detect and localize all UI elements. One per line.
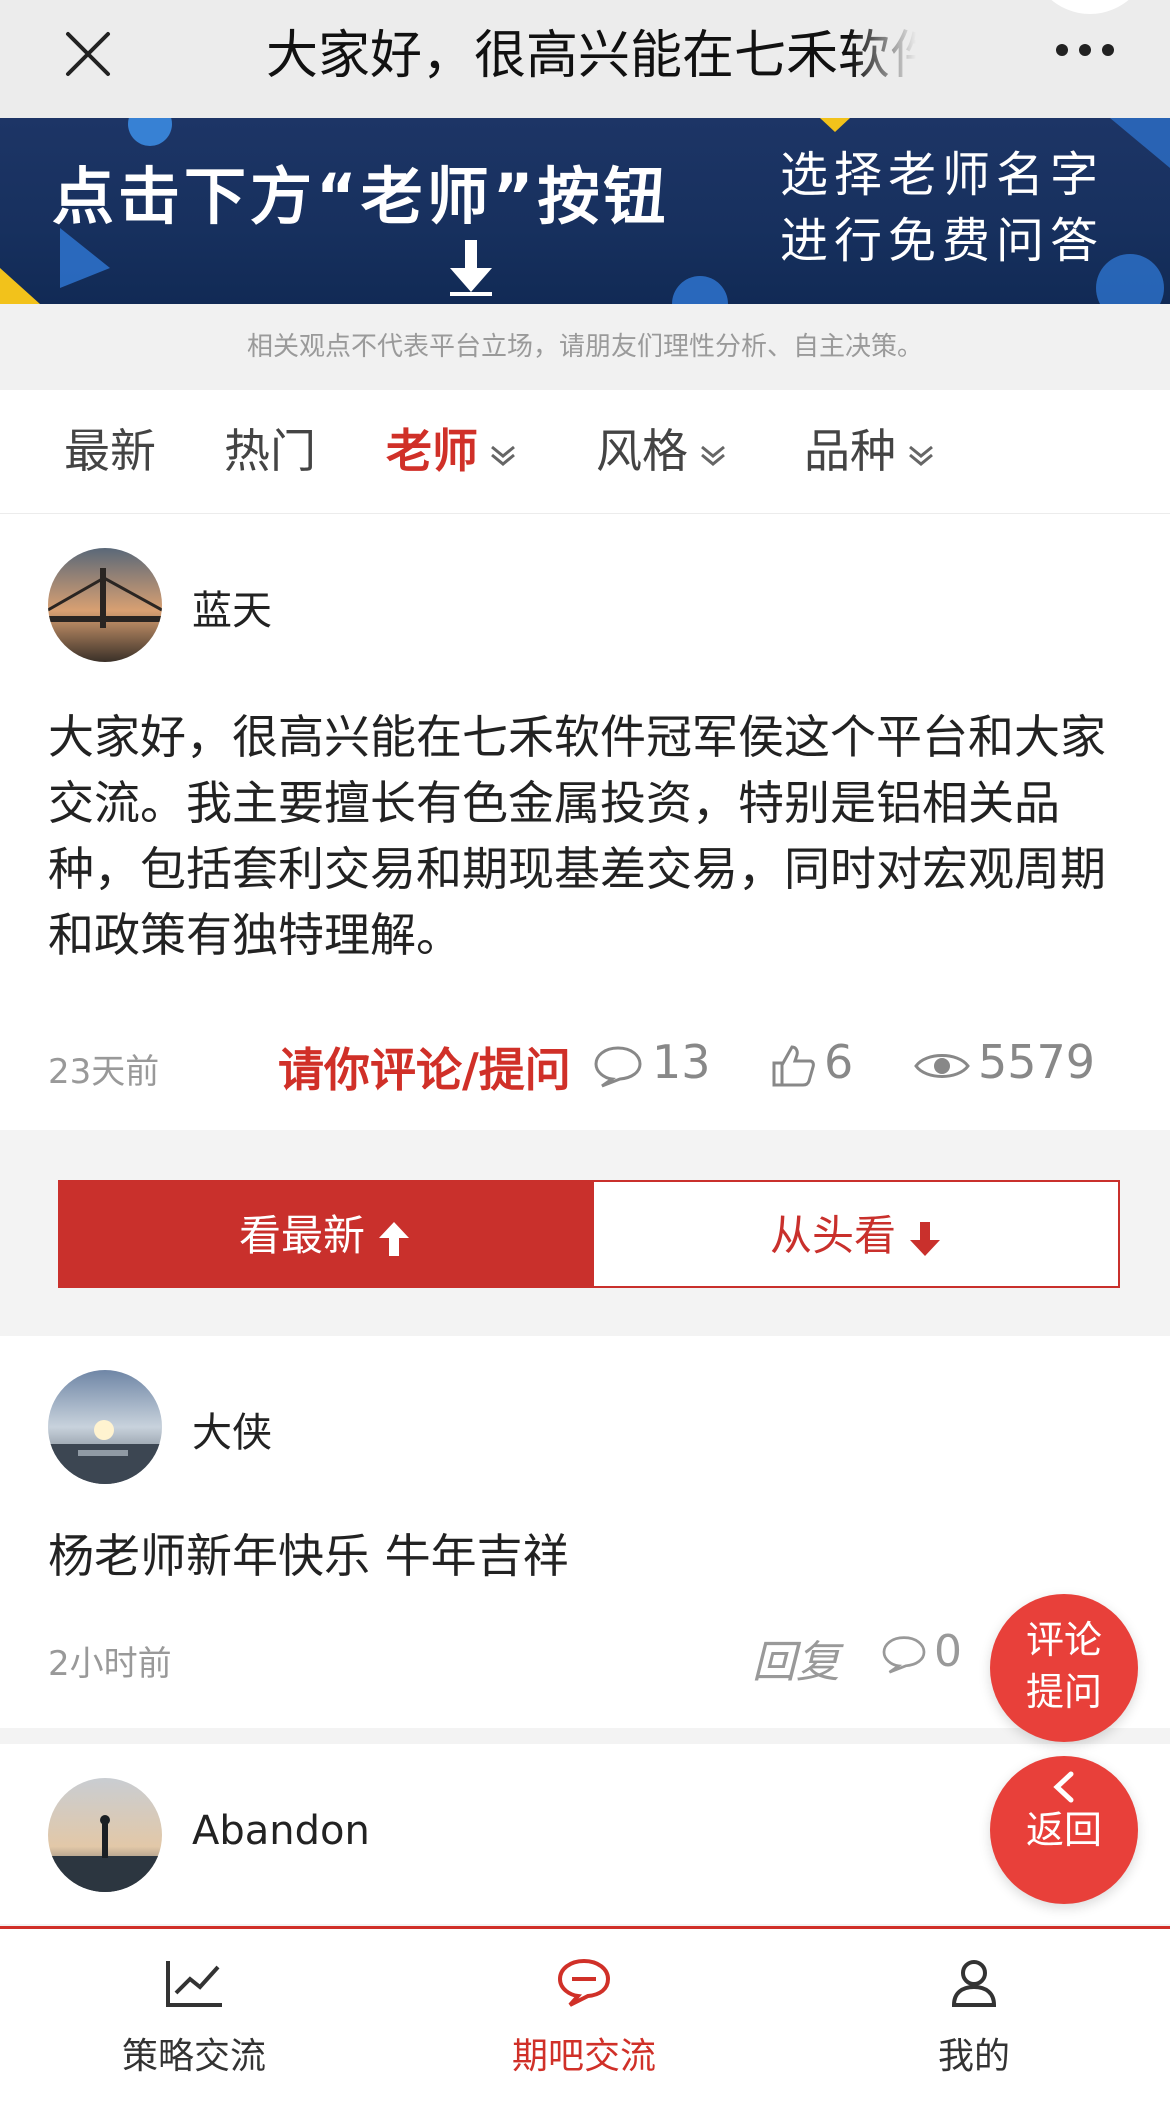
nav-item-mine[interactable]: 我的 <box>824 1957 1124 2079</box>
sort-latest-button[interactable]: 看最新 <box>58 1180 592 1288</box>
comment-ask-link[interactable]: 请你评论/提问 <box>278 1034 571 1100</box>
fab-label: 提问 <box>1025 1670 1102 1714</box>
avatar[interactable] <box>48 1778 162 1892</box>
sort-latest-label: 看最新 <box>238 1211 365 1260</box>
arrow-down-icon <box>910 1221 940 1256</box>
promo-banner[interactable]: 点击下方“老师”按钮 选择老师名字 进行免费问答 <box>0 118 1170 304</box>
tab-label: 风格 <box>596 424 688 478</box>
author-name[interactable]: 蓝天 <box>192 578 272 636</box>
arrow-up-icon <box>379 1221 409 1256</box>
fab-label: 评论 <box>1025 1618 1102 1662</box>
post-content: 大家好，很高兴能在七禾软件冠军侯这个平台和大家交流。我主要擅长有色金属投资，特别… <box>48 710 1106 962</box>
comment-ask-fab[interactable]: 评论 提问 <box>990 1594 1138 1742</box>
chevron-left-icon <box>1053 1771 1074 1803</box>
reply-button[interactable]: 回复 <box>752 1626 840 1690</box>
comment-count-value: 13 <box>652 1035 711 1089</box>
more-icon[interactable] <box>1050 30 1120 70</box>
chevron-down-icon <box>701 445 725 466</box>
tab-label: 老师 <box>386 424 478 478</box>
tab-style[interactable]: 风格 <box>596 420 728 482</box>
reply-count-value: 0 <box>934 1626 962 1677</box>
eye-icon <box>914 1053 970 1078</box>
sort-oldest-label: 从头看 <box>769 1211 896 1260</box>
nav-item-strategy[interactable]: 策略交流 <box>44 1957 344 2079</box>
tab-label: 品种 <box>804 424 896 478</box>
tab-label: 热门 <box>224 424 316 478</box>
author-name[interactable]: 大侠 <box>192 1400 272 1458</box>
banner-subtext-line1: 选择老师名字 <box>780 147 1105 203</box>
top-bar: 大家好，很高兴能在七禾软件冠军侯这个平台和大家交流。 <box>0 0 1170 118</box>
like-count[interactable]: 6 <box>770 1034 853 1090</box>
corner-decoration <box>1030 0 1150 14</box>
nav-label: 策略交流 <box>121 2036 266 2077</box>
author-name[interactable]: Abandon <box>192 1808 370 1854</box>
banner-subtext-line2: 进行免费问答 <box>780 213 1105 269</box>
post-time: 23天前 <box>48 1052 160 1092</box>
like-count-value: 6 <box>824 1035 854 1089</box>
view-count: 5579 <box>914 1034 1095 1090</box>
bottom-nav: 策略交流 期吧交流 我的 <box>0 1926 1170 2117</box>
tab-teacher[interactable]: 老师 <box>386 420 518 482</box>
comment-count[interactable]: 13 <box>592 1034 711 1090</box>
tab-label: 最新 <box>64 424 156 478</box>
banner-subtext: 选择老师名字 进行免费问答 <box>780 142 1104 274</box>
main-post: 蓝天 大家好，很高兴能在七禾软件冠军侯这个平台和大家交流。我主要擅长有色金属投资… <box>0 514 1170 1130</box>
comment-icon <box>594 1045 642 1087</box>
nav-item-forum[interactable]: 期吧交流 <box>434 1957 734 2079</box>
back-fab[interactable]: 返回 <box>990 1756 1138 1904</box>
chat-bubble-icon <box>557 1958 611 2007</box>
chevron-down-icon <box>491 445 515 466</box>
nav-label: 我的 <box>937 2036 1010 2077</box>
disclaimer-text: 相关观点不代表平台立场，请朋友们理性分析、自主决策。 <box>0 304 1170 390</box>
comment-icon <box>882 1636 926 1674</box>
tab-latest[interactable]: 最新 <box>64 420 156 482</box>
avatar[interactable] <box>48 1370 162 1484</box>
order-switch: 看最新 从头看 <box>0 1130 1170 1336</box>
nav-label: 期吧交流 <box>511 2036 656 2077</box>
chart-icon <box>166 1961 222 2007</box>
page-title: 大家好，很高兴能在七禾软件冠军侯这个平台和大家交流。 <box>266 26 916 86</box>
comment-reply-count[interactable]: 0 <box>880 1626 962 1677</box>
banner-headline: 点击下方“老师”按钮 <box>52 160 670 233</box>
comment-text: 杨老师新年快乐 牛年吉祥 <box>48 1529 569 1583</box>
comment-time: 2小时前 <box>48 1644 172 1684</box>
view-count-value: 5579 <box>978 1035 1096 1089</box>
sort-oldest-button[interactable]: 从头看 <box>592 1180 1120 1288</box>
tab-hot[interactable]: 热门 <box>224 420 316 482</box>
arrow-down-icon <box>450 240 492 296</box>
fab-label: 返回 <box>1025 1808 1102 1852</box>
close-icon[interactable] <box>60 26 116 82</box>
chevron-down-icon <box>909 445 933 466</box>
user-icon <box>951 1960 997 2007</box>
tab-variety[interactable]: 品种 <box>804 420 936 482</box>
filter-tabs: 最新 热门 老师 风格 品种 <box>0 390 1170 514</box>
avatar[interactable] <box>48 548 162 662</box>
thumbs-up-icon <box>772 1044 815 1086</box>
